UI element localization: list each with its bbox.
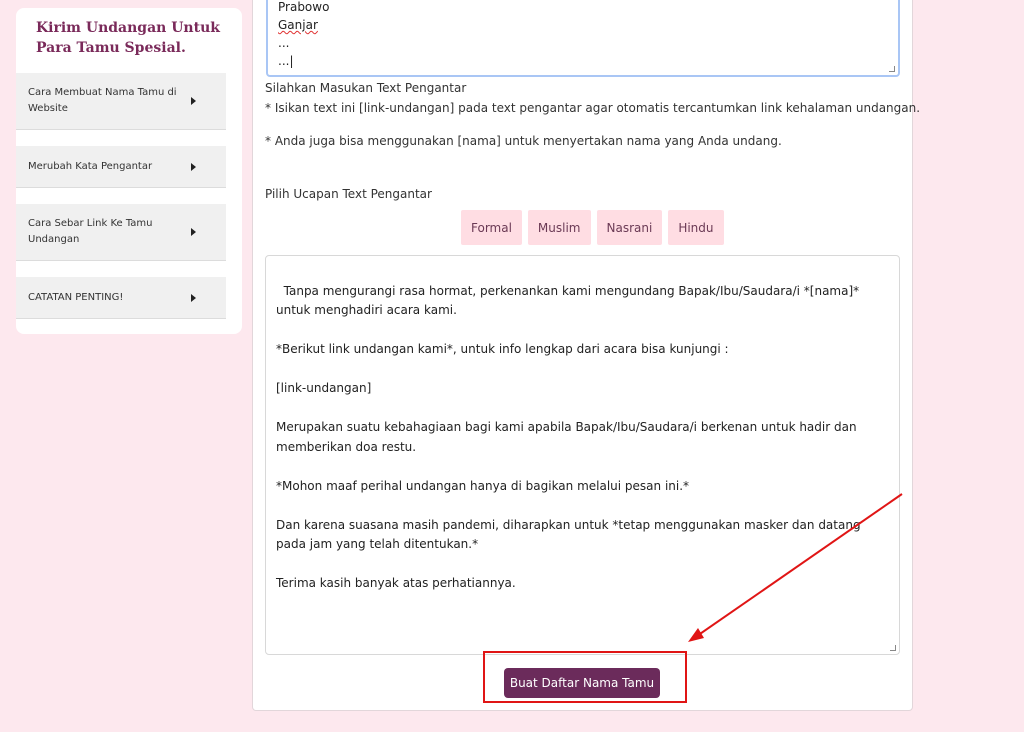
guest-list-textarea[interactable]: Prabowo Ganjar ... ...| [266,0,900,77]
template-formal-button[interactable]: Formal [461,210,522,245]
sidebar-item-label: CATATAN PENTING! [28,291,124,303]
message-text: Tanpa mengurangi rasa hormat, perkenanka… [276,283,861,591]
guest-line: Prabowo [278,0,330,14]
resize-handle-icon[interactable] [889,66,895,72]
sidebar-item-catatan-penting[interactable]: CATATAN PENTING! [16,277,226,319]
create-guest-list-button[interactable]: Buat Daftar Nama Tamu [504,668,660,698]
caret-right-icon [191,162,196,171]
sidebar-item-sebar-link[interactable]: Cara Sebar Link Ke Tamu Undangan [16,204,226,261]
guest-line: ... [278,54,290,68]
intro-note-link: * Isikan text ini [link-undangan] pada t… [265,101,921,115]
intro-label: Silahkan Masukan Text Pengantar [265,81,467,95]
template-picker-label: Pilih Ucapan Text Pengantar [265,187,432,201]
resize-handle-icon[interactable] [890,645,896,651]
caret-right-icon [191,97,196,105]
sidebar-title: Kirim Undangan Untuk Para Tamu Spesial. [36,20,220,56]
guest-line: Ganjar [278,18,318,32]
template-button-group: Formal Muslim Nasrani Hindu [461,210,724,245]
sidebar-item-kata-pengantar[interactable]: Merubah Kata Pengantar [16,146,226,188]
message-textarea[interactable]: Tanpa mengurangi rasa hormat, perkenanka… [265,255,900,655]
sidebar-item-label: Cara Sebar Link Ke Tamu Undangan [28,218,153,245]
intro-note-nama: * Anda juga bisa menggunakan [nama] untu… [265,134,782,148]
template-muslim-button[interactable]: Muslim [527,210,591,245]
sidebar-item-nama-tamu[interactable]: Cara Membuat Nama Tamu di Website [16,73,226,130]
caret-right-icon [191,293,196,302]
template-nasrani-button[interactable]: Nasrani [596,210,663,245]
sidebar-item-label: Merubah Kata Pengantar [28,160,153,172]
caret-right-icon [191,228,196,236]
guest-line: ... [278,36,290,50]
template-hindu-button[interactable]: Hindu [668,210,724,245]
sidebar-item-label: Cara Membuat Nama Tamu di Website [28,87,177,114]
